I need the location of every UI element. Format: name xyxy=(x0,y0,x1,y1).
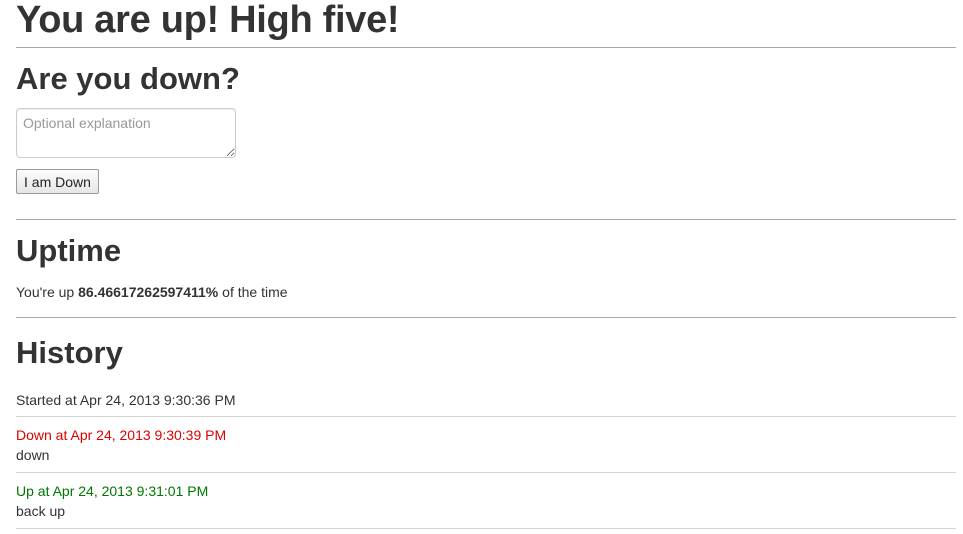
history-entry-started: Started at Apr 24, 2013 9:30:36 PM xyxy=(16,382,956,417)
history-list: Started at Apr 24, 2013 9:30:36 PM Down … xyxy=(16,382,956,529)
page-title: You are up! High five! xyxy=(16,0,400,41)
uptime-percent: 86.46617262597411% xyxy=(78,284,219,300)
uptime-text: You're up 86.46617262597411% of the time xyxy=(16,282,956,302)
history-entry-heading: Down at Apr 24, 2013 9:30:39 PM xyxy=(16,427,227,443)
explanation-textarea[interactable] xyxy=(16,108,236,158)
down-heading: Are you down? xyxy=(16,61,240,96)
history-entry-heading: Started at Apr 24, 2013 9:30:36 PM xyxy=(16,392,236,408)
divider xyxy=(16,47,956,48)
uptime-heading: Uptime xyxy=(16,233,122,268)
history-heading: History xyxy=(16,335,123,370)
history-entry-down: Down at Apr 24, 2013 9:30:39 PM down xyxy=(16,417,956,473)
page-container: You are up! High five! Are you down? I a… xyxy=(16,0,956,529)
history-entry-heading: Up at Apr 24, 2013 9:31:01 PM xyxy=(16,483,209,499)
uptime-prefix: You're up xyxy=(16,284,79,300)
history-entry-message: down xyxy=(16,447,50,463)
i-am-down-button[interactable]: I am Down xyxy=(16,169,99,194)
history-entry-message: back up xyxy=(16,503,66,519)
history-entry-up: Up at Apr 24, 2013 9:31:01 PM back up xyxy=(16,473,956,529)
divider xyxy=(16,219,956,220)
divider xyxy=(16,317,956,318)
uptime-suffix: of the time xyxy=(218,284,288,300)
